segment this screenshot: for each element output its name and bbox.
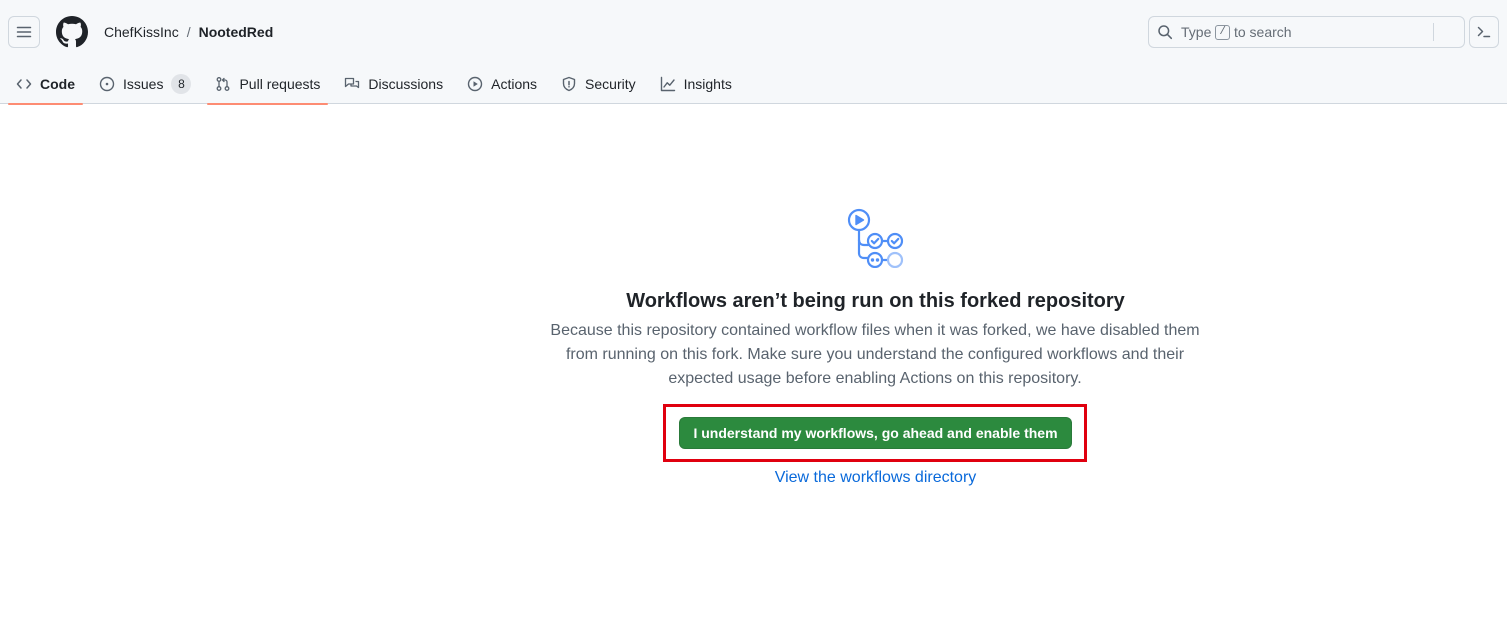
repo-link[interactable]: NootedRed	[199, 22, 274, 42]
tab-label: Actions	[491, 76, 538, 92]
tab-insights[interactable]: Insights	[652, 64, 740, 104]
comment-discussion-icon	[345, 77, 360, 89]
github-logo-icon[interactable]	[56, 16, 88, 48]
tab-discussions[interactable]: Discussions	[336, 64, 451, 104]
tab-label: Insights	[683, 76, 732, 92]
tab-issues[interactable]: Issues 8	[91, 64, 199, 104]
tab-pull-requests[interactable]: Pull requests	[207, 64, 329, 105]
code-icon	[16, 79, 32, 89]
search-divider	[1433, 23, 1434, 41]
play-icon	[467, 76, 483, 92]
search-placeholder-suffix: to search	[1233, 24, 1292, 40]
shield-icon	[562, 76, 576, 92]
workflow-icon	[847, 208, 904, 268]
tab-actions[interactable]: Actions	[459, 64, 545, 104]
hamburger-icon	[16, 26, 32, 38]
enable-workflows-button[interactable]: I understand my workflows, go ahead and …	[679, 417, 1072, 449]
view-workflows-directory-link[interactable]: View the workflows directory	[0, 467, 1507, 489]
terminal-icon	[1477, 26, 1491, 38]
graph-icon	[660, 76, 675, 92]
description-text: Because this repository contained workfl…	[550, 322, 1200, 387]
page-title: Workflows aren’t being run on this forke…	[626, 290, 1125, 312]
search-shortcut-key: /	[1215, 24, 1230, 40]
hamburger-menu-button[interactable]	[8, 16, 40, 48]
issues-count-badge: 8	[171, 74, 192, 94]
tab-label: Pull requests	[239, 76, 321, 92]
issue-opened-icon	[99, 76, 115, 92]
search-input[interactable]: Type / to search	[1148, 16, 1465, 48]
tab-code[interactable]: Code	[8, 64, 83, 105]
breadcrumb: ChefKissInc / NootedRed	[104, 22, 273, 42]
breadcrumb-separator: /	[186, 24, 191, 40]
tab-label: Issues	[123, 76, 164, 92]
search-icon	[1158, 25, 1173, 40]
tab-label: Security	[585, 76, 636, 92]
tab-label: Discussions	[368, 76, 444, 92]
tab-security[interactable]: Security	[553, 64, 644, 104]
git-pull-request-icon	[217, 77, 230, 91]
search-placeholder-prefix: Type	[1181, 24, 1212, 40]
command-palette-button[interactable]	[1469, 16, 1499, 48]
top-bar: ChefKissInc / NootedRed Type / to search	[0, 0, 1507, 64]
repo-nav: Code Issues 8 Pull requests Discussions …	[8, 64, 748, 105]
tab-label: Code	[40, 76, 75, 92]
repo-header: ChefKissInc / NootedRed Type / to search	[0, 0, 1507, 105]
owner-link[interactable]: ChefKissInc	[104, 22, 179, 42]
main-content: Workflows aren’t being run on this forke…	[0, 104, 1507, 620]
